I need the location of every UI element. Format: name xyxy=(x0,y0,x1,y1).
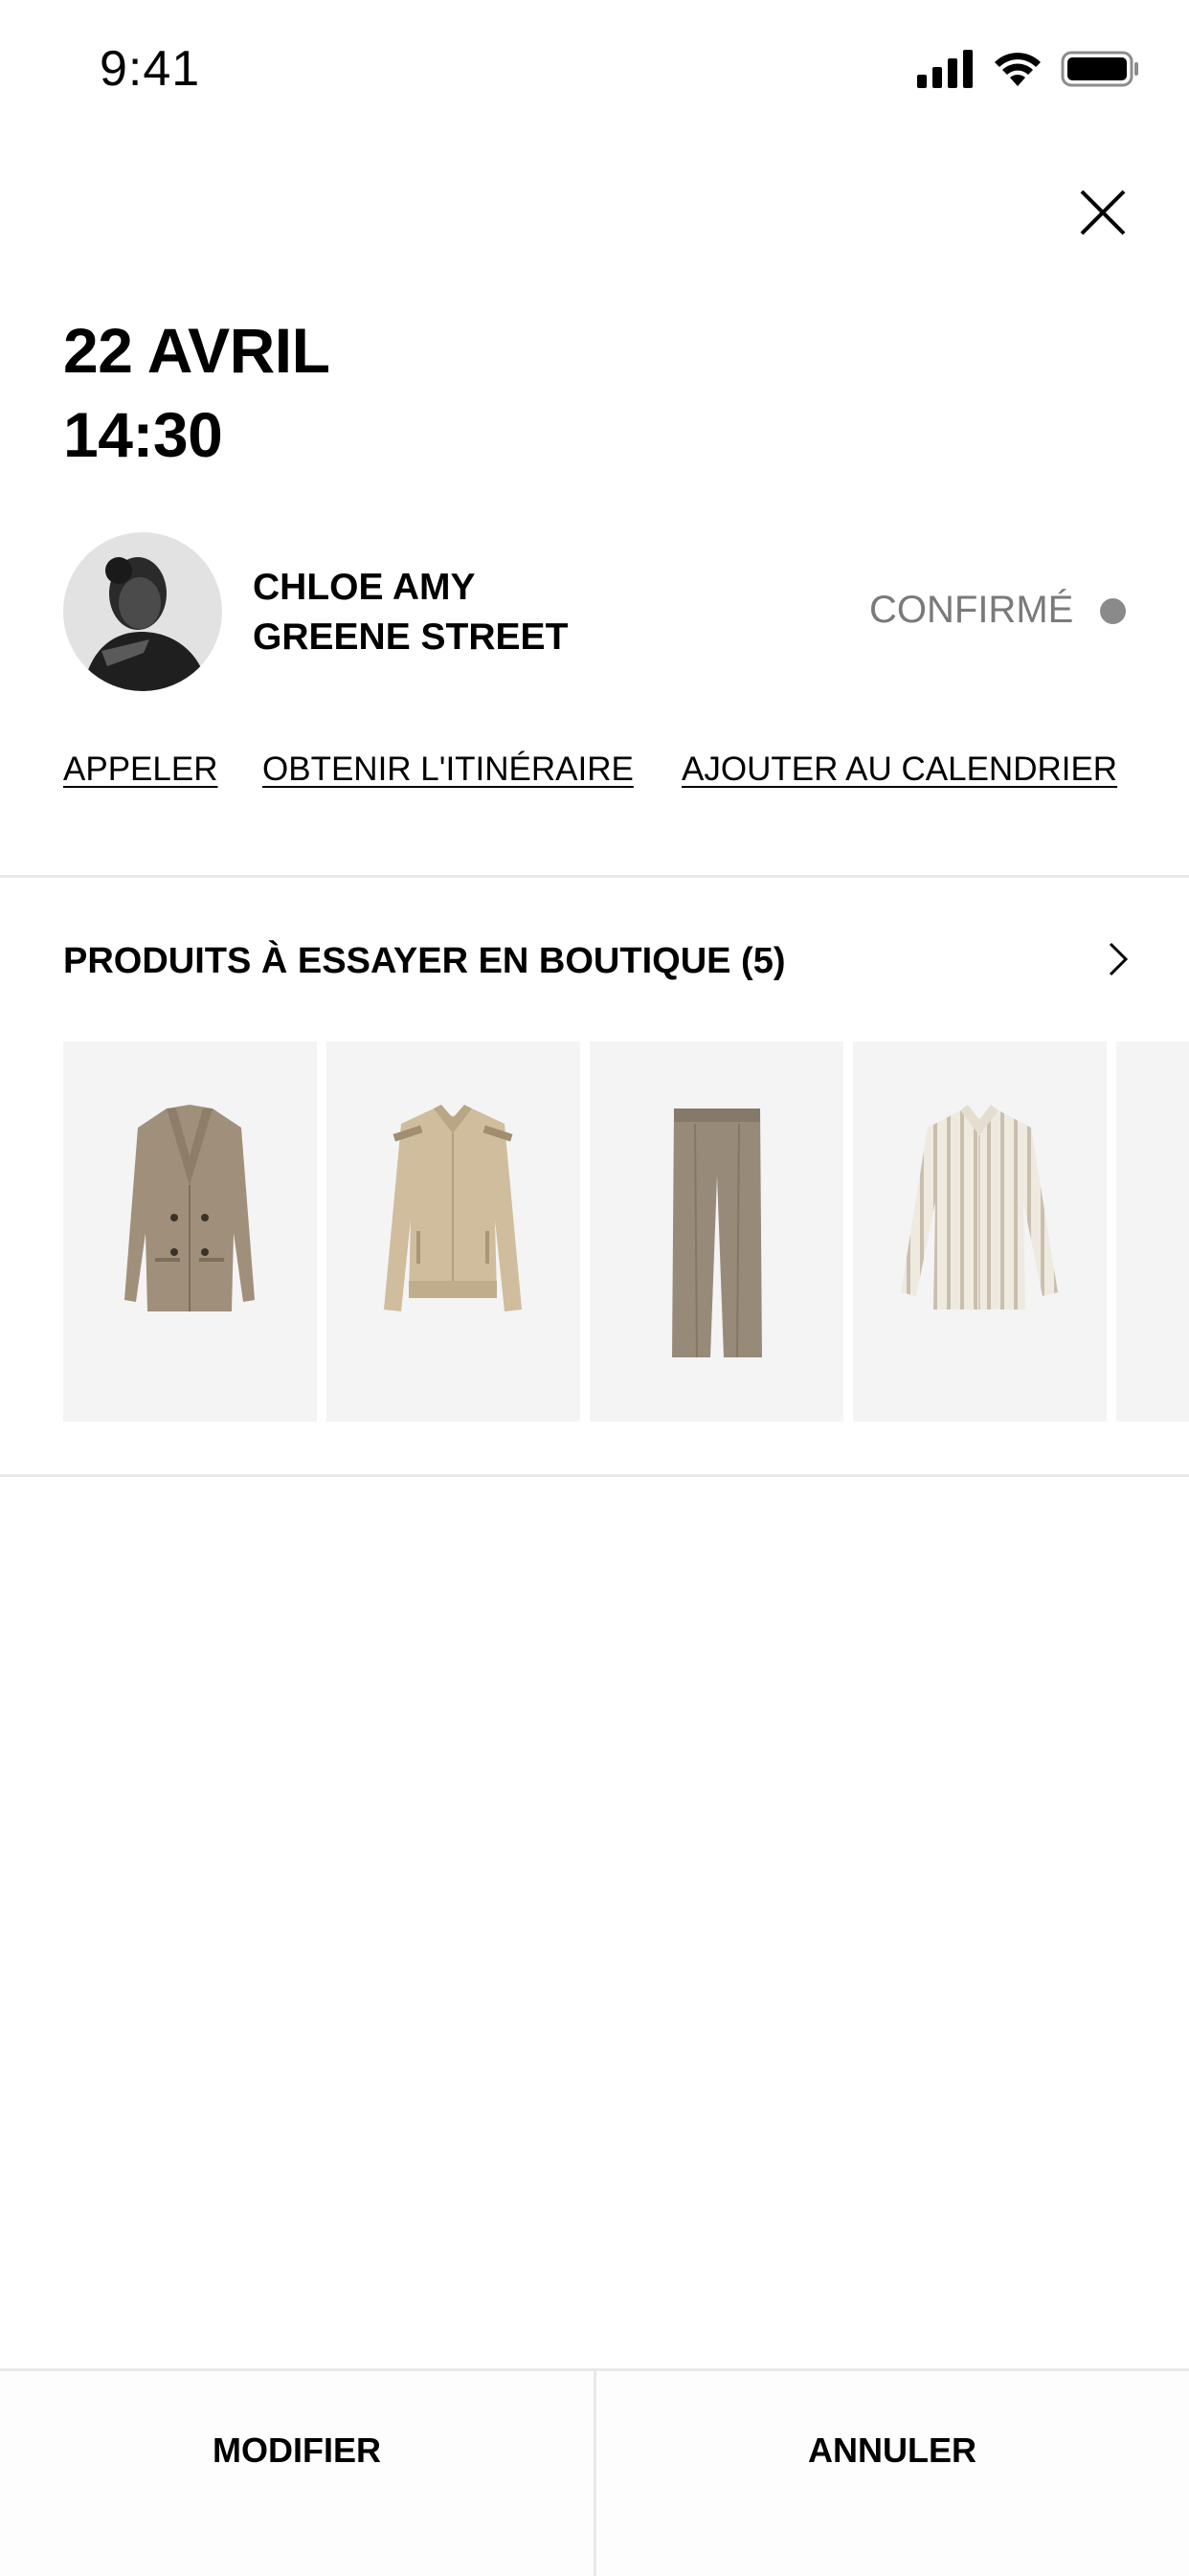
battery-icon xyxy=(1061,51,1138,87)
bottom-action-bar: MODIFIER ANNULER xyxy=(0,2368,1189,2576)
product-card[interactable] xyxy=(326,1042,580,1422)
jacket-image xyxy=(384,1105,522,1311)
status-time: 9:41 xyxy=(100,41,201,97)
status-dot xyxy=(1100,598,1126,624)
appointment-date: 22 AVRIL xyxy=(63,315,330,386)
product-card[interactable] xyxy=(590,1042,843,1422)
close-button[interactable] xyxy=(1074,184,1132,241)
appointment-time: 14:30 xyxy=(63,399,223,470)
wifi-icon xyxy=(995,53,1041,86)
cancel-button[interactable]: ANNULER xyxy=(595,2371,1189,2576)
modify-button[interactable]: MODIFIER xyxy=(0,2371,594,2576)
chevron-right-icon xyxy=(1109,942,1129,976)
status-badge: CONFIRMÉ xyxy=(869,589,1074,631)
close-icon xyxy=(1080,190,1126,235)
products-more-button[interactable] xyxy=(1099,940,1137,978)
avatar xyxy=(63,532,222,691)
signal-icon xyxy=(917,50,973,88)
call-link[interactable]: APPELER xyxy=(63,747,217,793)
advisor-name: CHLOE AMY xyxy=(253,567,476,608)
add-to-calendar-link[interactable]: AJOUTER AU CALENDRIER xyxy=(682,747,1117,793)
product-card[interactable] xyxy=(1116,1042,1189,1422)
divider xyxy=(0,875,1189,878)
product-card[interactable] xyxy=(63,1042,317,1422)
product-card[interactable] xyxy=(853,1042,1107,1422)
divider xyxy=(0,1474,1189,1477)
blazer-image xyxy=(124,1105,255,1311)
store-name: GREENE STREET xyxy=(253,616,569,658)
trousers-image xyxy=(672,1109,762,1358)
shirt-image xyxy=(901,1105,1058,1310)
directions-link[interactable]: OBTENIR L'ITINÉRAIRE xyxy=(262,747,634,793)
products-section-title: PRODUITS À ESSAYER EN BOUTIQUE (5) xyxy=(63,941,786,981)
status-icons xyxy=(917,50,1139,88)
